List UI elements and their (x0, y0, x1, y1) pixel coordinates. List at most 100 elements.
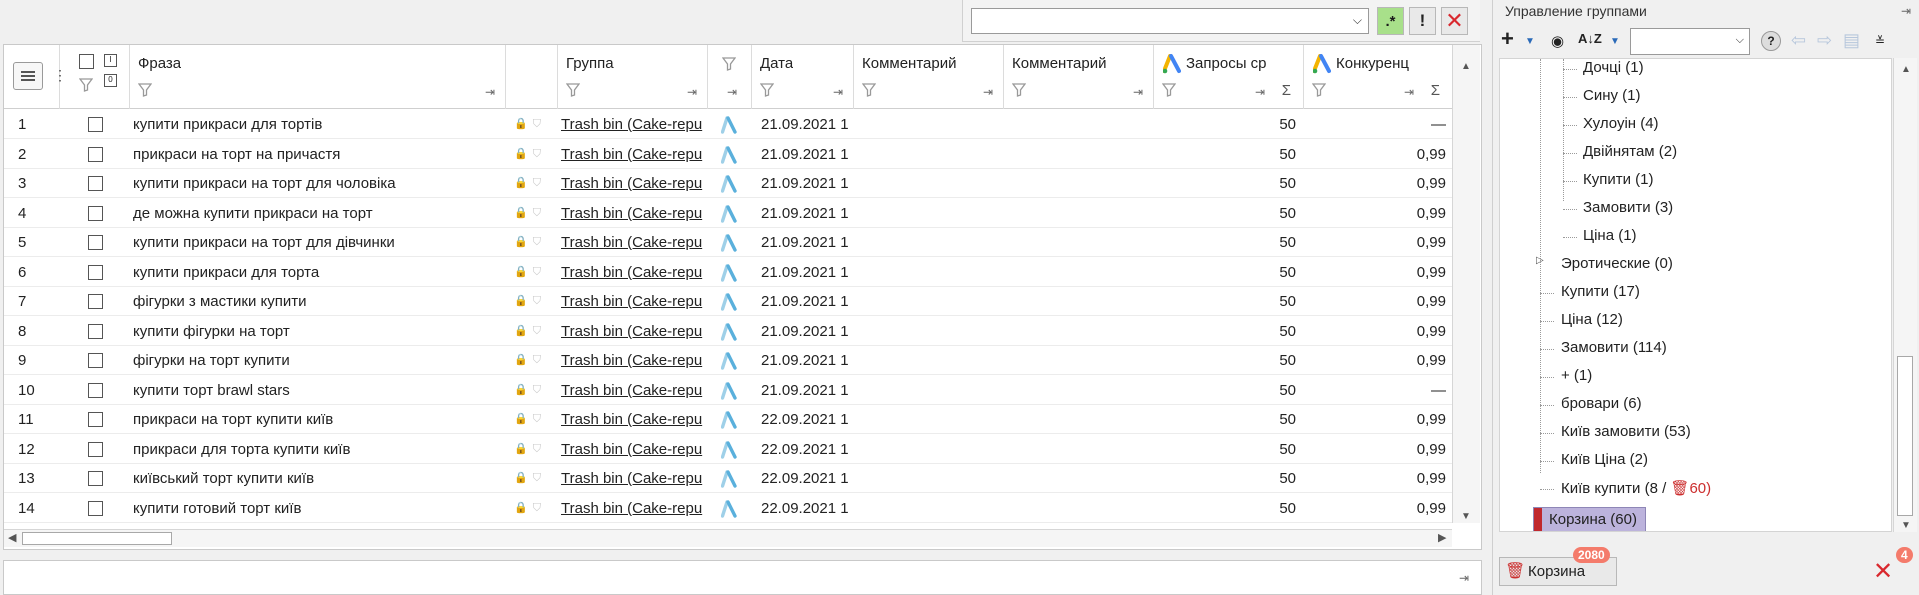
shield-icon[interactable]: ⛉ (533, 287, 541, 316)
filter-icon[interactable] (722, 57, 736, 71)
pin-icon[interactable]: ⇥ (727, 85, 737, 99)
pin-icon[interactable]: ⇥ (1255, 85, 1265, 99)
row-checkbox[interactable] (88, 353, 103, 368)
tree-node-selected-basket[interactable]: Корзина (60) (1533, 507, 1646, 531)
tree-node[interactable]: + (1) (1561, 367, 1592, 384)
exclude-toggle-button[interactable]: ! (1409, 7, 1436, 35)
tree-node[interactable]: Київ Ціна (2) (1561, 451, 1648, 468)
lock-icon[interactable]: 🔒 (514, 258, 528, 287)
scroll-down-icon[interactable]: ▼ (1461, 511, 1471, 522)
row-checkbox[interactable] (88, 324, 103, 339)
shield-icon[interactable]: ⛉ (533, 199, 541, 228)
filter-icon[interactable] (1012, 83, 1026, 97)
table-row[interactable]: 5 купити прикраси на торт для дівчинки Tra… (4, 228, 1452, 257)
scroll-right-icon[interactable]: ▶ (1438, 531, 1446, 544)
column-chooser-button[interactable] (13, 62, 43, 90)
arrow-right-icon[interactable]: ⇨ (1817, 30, 1832, 51)
invert-selection-icon[interactable]: I (104, 54, 117, 67)
lock-icon[interactable]: 🔒 (514, 435, 528, 464)
col-competition[interactable]: Конкуренц ⇥ Σ (1304, 45, 1452, 109)
add-group-icon[interactable]: + (1501, 26, 1514, 52)
scroll-up-icon[interactable]: ▲ (1901, 64, 1911, 75)
row-checkbox[interactable] (88, 235, 103, 250)
table-row[interactable]: 14 купити готовий торт київ Trash bin (Cak… (4, 494, 1452, 523)
col-comment-1[interactable]: Комментарий ⇥ (854, 45, 1004, 109)
tree-node[interactable]: бровари (6) (1561, 395, 1642, 412)
clear-filter-button[interactable]: ✕ (1441, 7, 1468, 35)
shield-icon[interactable]: ⛉ (533, 376, 541, 405)
tree-node[interactable]: Купити (1) (1583, 171, 1654, 188)
tree-node[interactable]: Київ замовити (53) (1561, 423, 1691, 440)
group-link[interactable]: Trash bin (Cake-repu (561, 317, 704, 346)
tree-node[interactable]: Дочці (1) (1583, 59, 1644, 76)
filter-input[interactable]: ⌵ (971, 8, 1369, 34)
sum-icon[interactable]: Σ (1282, 82, 1291, 99)
filter-icon[interactable] (79, 78, 93, 92)
lock-icon[interactable]: 🔒 (514, 494, 528, 523)
row-checkbox[interactable] (88, 117, 103, 132)
col-date[interactable]: Дата ⇥ (752, 45, 854, 109)
horizontal-scrollbar[interactable]: ◀ ▶ (4, 529, 1452, 547)
table-row[interactable]: 10 купити торт brawl stars Trash bin (Cake… (4, 376, 1452, 405)
row-checkbox[interactable] (88, 147, 103, 162)
shield-icon[interactable]: ⛉ (533, 435, 541, 464)
row-checkbox[interactable] (88, 206, 103, 221)
scroll-thumb[interactable] (22, 532, 172, 545)
tree-node[interactable]: Хулоуін (4) (1583, 115, 1659, 132)
filter-icon[interactable] (862, 83, 876, 97)
group-link[interactable]: Trash bin (Cake-repu (561, 140, 704, 169)
row-checkbox[interactable] (88, 294, 103, 309)
group-filter-select[interactable]: ⌵ (1630, 28, 1750, 55)
expand-arrow-icon[interactable]: ▷ (1536, 255, 1544, 266)
lock-icon[interactable]: 🔒 (514, 287, 528, 316)
group-link[interactable]: Trash bin (Cake-repu (561, 287, 704, 316)
shield-icon[interactable]: ⛉ (533, 494, 541, 523)
group-link[interactable]: Trash bin (Cake-repu (561, 199, 704, 228)
row-checkbox[interactable] (88, 442, 103, 457)
group-link[interactable]: Trash bin (Cake-repu (561, 110, 704, 139)
lock-icon[interactable]: 🔒 (514, 228, 528, 257)
vertical-scrollbar[interactable]: ▲ ▼ (1452, 45, 1480, 523)
pin-icon[interactable]: ⇥ (485, 85, 495, 99)
tree-node[interactable]: Сину (1) (1583, 87, 1641, 104)
row-checkbox[interactable] (88, 501, 103, 516)
row-checkbox[interactable] (88, 265, 103, 280)
table-row[interactable]: 4 де можна купити прикраси на торт Trash b… (4, 199, 1452, 228)
group-link[interactable]: Trash bin (Cake-repu (561, 169, 704, 198)
row-checkbox[interactable] (88, 471, 103, 486)
shield-icon[interactable]: ⛉ (533, 346, 541, 375)
arrow-left-icon[interactable]: ⇦ (1791, 30, 1806, 51)
tree-node[interactable]: Замовити (3) (1583, 199, 1673, 216)
tree-node[interactable]: Эротические (0) (1561, 255, 1673, 272)
help-icon[interactable]: ? (1761, 31, 1781, 51)
tree-node[interactable]: Купити (17) (1561, 283, 1640, 300)
group-link[interactable]: Trash bin (Cake-repu (561, 435, 704, 464)
table-row[interactable]: 11 прикраси на торт купити київ Trash bin … (4, 405, 1452, 434)
sort-dropdown-icon[interactable]: ▼ (1610, 36, 1620, 47)
scroll-up-icon[interactable]: ▲ (1461, 61, 1471, 72)
table-row[interactable]: 9 фігурки на торт купити Trash bin (Cake-r… (4, 346, 1452, 375)
shield-icon[interactable]: ⛉ (533, 110, 541, 139)
lock-icon[interactable]: 🔒 (514, 110, 528, 139)
filter-icon[interactable] (566, 83, 580, 97)
lock-icon[interactable]: 🔒 (514, 140, 528, 169)
tree-node[interactable]: Ціна (1) (1583, 227, 1637, 244)
sort-az-icon[interactable]: A↓Z (1578, 31, 1602, 46)
table-row[interactable]: 3 купити прикраси на торт для чоловіка Tra… (4, 169, 1452, 198)
tree-node[interactable]: Київ купити (8 / 🗑60) (1561, 479, 1711, 497)
regex-toggle-button[interactable]: .* (1377, 7, 1404, 35)
pin-icon[interactable]: ⇥ (1459, 571, 1469, 585)
pin-icon[interactable]: ⇥ (1404, 85, 1414, 99)
table-row[interactable]: 6 купити прикраси для торта Trash bin (Cak… (4, 258, 1452, 287)
group-link[interactable]: Trash bin (Cake-repu (561, 346, 704, 375)
select-all-checkbox[interactable] (79, 54, 94, 69)
tree-node[interactable]: Двійнятам (2) (1583, 143, 1677, 160)
lock-icon[interactable]: 🔒 (514, 317, 528, 346)
table-row[interactable]: 7 фігурки з мастики купити Trash bin (Cake… (4, 287, 1452, 316)
sum-icon[interactable]: Σ (1431, 82, 1440, 99)
group-link[interactable]: Trash bin (Cake-repu (561, 258, 704, 287)
filter-icon[interactable] (760, 83, 774, 97)
filter-icon[interactable] (1162, 83, 1176, 97)
group-link[interactable]: Trash bin (Cake-repu (561, 464, 704, 493)
group-link[interactable]: Trash bin (Cake-repu (561, 376, 704, 405)
